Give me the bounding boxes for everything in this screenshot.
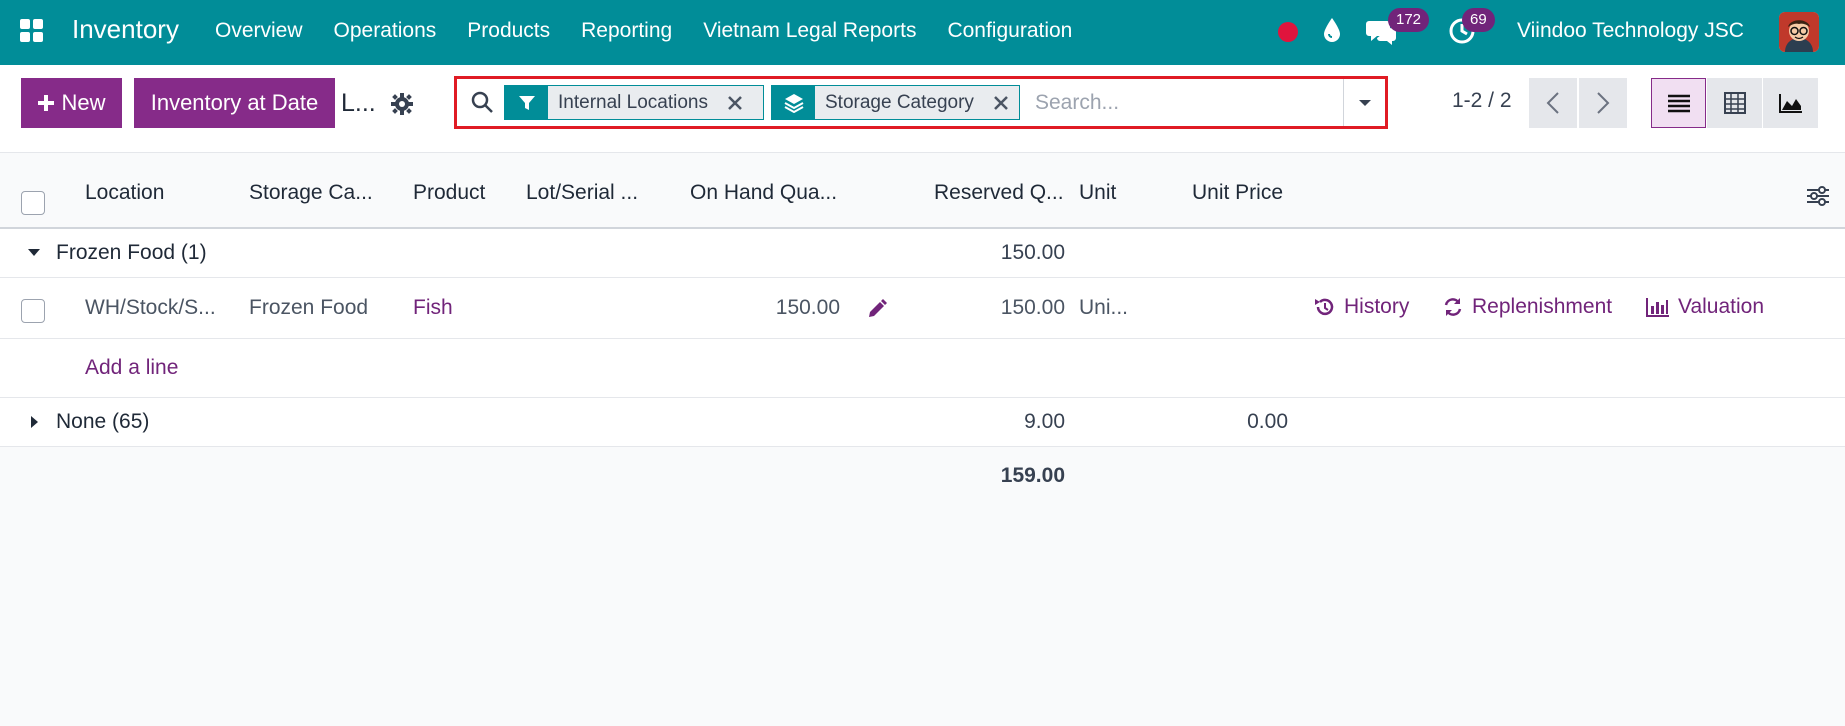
- pager-value[interactable]: 1-2 / 2: [1452, 89, 1512, 113]
- cell-unit[interactable]: Uni...: [1079, 296, 1128, 320]
- filter-icon: [505, 86, 548, 119]
- main-menu: Overview Operations Products Reporting V…: [215, 19, 1103, 43]
- history-label: History: [1344, 295, 1410, 318]
- filter-facet[interactable]: Internal Locations: [504, 85, 764, 120]
- list-view-button[interactable]: [1651, 78, 1706, 128]
- refresh-icon: [1444, 298, 1462, 316]
- history-icon: [1315, 298, 1334, 316]
- area-chart-icon: [1778, 94, 1802, 113]
- search-bar: Internal Locations Storage Category: [454, 76, 1388, 129]
- inventory-at-date-button[interactable]: Inventory at Date: [134, 78, 335, 128]
- column-reserved-quantity[interactable]: Reserved Q...: [934, 181, 1064, 205]
- column-unit[interactable]: Unit: [1079, 181, 1116, 205]
- cell-reserved[interactable]: 150.00: [900, 296, 1065, 320]
- new-button[interactable]: New: [21, 78, 122, 128]
- caret-down-icon: [28, 249, 40, 256]
- chevron-right-icon: [1597, 92, 1610, 114]
- group-reserved-total: 150.00: [1000, 241, 1065, 264]
- pivot-view-button[interactable]: [1707, 78, 1762, 128]
- control-panel: New Inventory at Date L... Internal Loca…: [0, 65, 1845, 153]
- column-product[interactable]: Product: [413, 181, 485, 205]
- pager-previous-button[interactable]: [1529, 78, 1577, 128]
- new-button-label: New: [61, 90, 106, 115]
- group-row-frozen-food[interactable]: Frozen Food (1) 150.00: [0, 229, 1845, 278]
- column-unit-price[interactable]: Unit Price: [1192, 181, 1283, 205]
- select-all-checkbox[interactable]: [21, 191, 45, 215]
- replenishment-button[interactable]: Replenishment: [1442, 295, 1612, 319]
- table-icon: [1723, 92, 1746, 114]
- activities-badge: 69: [1462, 8, 1495, 32]
- grand-total: 159.00: [1000, 464, 1065, 487]
- cell-storage-category[interactable]: Frozen Food: [249, 296, 368, 320]
- cell-on-hand[interactable]: 150.00: [690, 296, 840, 320]
- drop-icon[interactable]: [1322, 16, 1342, 49]
- group-unit-price-total: 0.00: [1247, 410, 1288, 433]
- avatar[interactable]: [1779, 12, 1819, 52]
- app-brand[interactable]: Inventory: [72, 14, 179, 45]
- menu-configuration[interactable]: Configuration: [947, 19, 1072, 43]
- column-storage-category[interactable]: Storage Ca...: [249, 181, 373, 205]
- close-icon[interactable]: [984, 86, 1018, 119]
- optional-columns-icon[interactable]: [1806, 186, 1830, 211]
- table-row[interactable]: WH/Stock/S... Frozen Food Fish 150.00 15…: [0, 278, 1845, 339]
- caret-right-icon: [31, 416, 38, 428]
- row-checkbox[interactable]: [21, 299, 45, 323]
- column-lot-serial[interactable]: Lot/Serial ...: [526, 181, 638, 205]
- bar-chart-icon: [1646, 298, 1669, 317]
- search-options-toggle[interactable]: [1343, 79, 1385, 126]
- valuation-button[interactable]: Valuation: [1646, 295, 1764, 319]
- table-header: Location Storage Ca... Product Lot/Seria…: [0, 154, 1845, 229]
- group-reserved-total: 9.00: [1024, 410, 1065, 433]
- list-icon: [1667, 94, 1690, 113]
- add-line-row: Add a line: [0, 339, 1845, 398]
- menu-operations[interactable]: Operations: [334, 19, 437, 43]
- breadcrumb: L...: [341, 89, 376, 117]
- filter-facet-label: Internal Locations: [558, 91, 708, 113]
- company-switcher[interactable]: Viindoo Technology JSC: [1517, 19, 1744, 43]
- search-icon: [470, 90, 494, 119]
- menu-products[interactable]: Products: [467, 19, 550, 43]
- group-label: None (65): [56, 410, 150, 433]
- record-dot-icon[interactable]: [1278, 22, 1298, 42]
- messages-badge: 172: [1388, 8, 1430, 32]
- menu-vietnam-legal-reports[interactable]: Vietnam Legal Reports: [703, 19, 916, 43]
- menu-reporting[interactable]: Reporting: [581, 19, 672, 43]
- groupby-facet[interactable]: Storage Category: [771, 85, 1020, 120]
- menu-overview[interactable]: Overview: [215, 19, 303, 43]
- caret-down-icon: [1358, 99, 1371, 106]
- top-navbar: Inventory Overview Operations Products R…: [0, 0, 1845, 65]
- pencil-icon[interactable]: [866, 298, 888, 325]
- column-location[interactable]: Location: [85, 181, 164, 205]
- apps-grid-icon[interactable]: [20, 19, 44, 43]
- search-input[interactable]: [1035, 89, 1295, 117]
- group-label: Frozen Food (1): [56, 241, 207, 264]
- graph-view-button[interactable]: [1763, 78, 1818, 128]
- column-on-hand-quantity[interactable]: On Hand Qua...: [690, 181, 837, 205]
- history-button[interactable]: History: [1314, 295, 1409, 319]
- cell-location[interactable]: WH/Stock/S...: [85, 296, 216, 320]
- cell-product[interactable]: Fish: [413, 296, 453, 320]
- group-row-none[interactable]: None (65) 9.00 0.00: [0, 398, 1845, 447]
- valuation-label: Valuation: [1678, 295, 1765, 318]
- gear-icon[interactable]: [391, 93, 413, 120]
- layers-icon: [772, 86, 815, 119]
- replenishment-label: Replenishment: [1472, 295, 1613, 318]
- close-icon[interactable]: [718, 86, 752, 119]
- pager-next-button[interactable]: [1579, 78, 1627, 128]
- chevron-left-icon: [1546, 92, 1559, 114]
- plus-icon: [38, 95, 55, 111]
- add-line-link[interactable]: Add a line: [85, 356, 178, 380]
- groupby-facet-label: Storage Category: [825, 91, 974, 113]
